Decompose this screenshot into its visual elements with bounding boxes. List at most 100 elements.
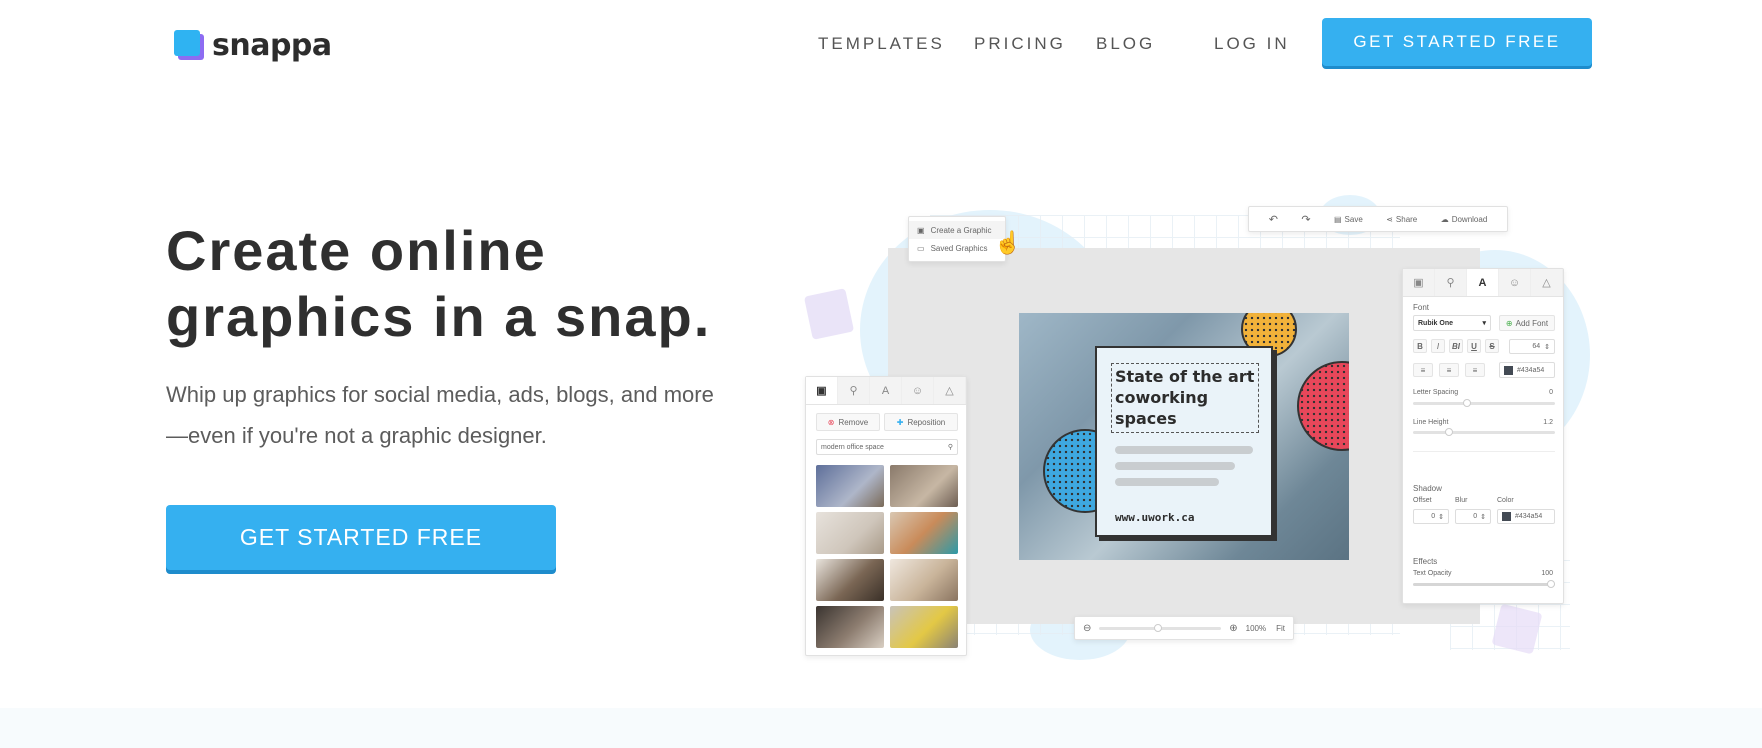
- effects-label: Effects: [1413, 557, 1438, 566]
- save-button[interactable]: ▤ Save: [1334, 215, 1363, 224]
- line-height-slider-knob[interactable]: [1445, 428, 1453, 436]
- placeholder-line: [1115, 478, 1219, 486]
- add-icon: ⊕: [1505, 318, 1513, 328]
- next-section-strip: [0, 708, 1762, 748]
- align-center-icon[interactable]: ≡: [1439, 363, 1459, 377]
- color-label: Color: [1497, 497, 1514, 504]
- bold-button[interactable]: B: [1413, 339, 1427, 353]
- font-select[interactable]: Rubik One ▾: [1413, 315, 1491, 331]
- download-label: Download: [1451, 214, 1488, 224]
- search-icon: ⚲: [947, 444, 953, 451]
- share-icon: ⋖: [1386, 214, 1393, 224]
- letter-spacing-value: 0: [1549, 389, 1553, 396]
- tab-tools[interactable]: ⚲: [1435, 269, 1467, 296]
- offset-label: Offset: [1413, 497, 1432, 504]
- placeholder-line: [1115, 446, 1253, 454]
- italic-button[interactable]: I: [1431, 339, 1445, 353]
- nav-blog[interactable]: BLOG: [1096, 34, 1155, 54]
- text-opacity-slider-knob[interactable]: [1547, 580, 1555, 588]
- image-thumbnail[interactable]: [890, 559, 958, 601]
- download-button[interactable]: ☁ Download: [1441, 215, 1488, 224]
- align-right-icon[interactable]: ≡: [1465, 363, 1485, 377]
- text-opacity-value: 100: [1541, 570, 1553, 577]
- remove-button[interactable]: ⊗ Remove: [816, 413, 880, 431]
- image-icon: ▣: [917, 225, 925, 235]
- image-thumbnail[interactable]: [816, 559, 884, 601]
- line-height-slider[interactable]: [1413, 431, 1555, 434]
- line-height-value: 1.2: [1543, 419, 1553, 426]
- images-panel-tabs: ▣ ⚲ A ☺ △: [806, 377, 966, 405]
- nav-pricing[interactable]: PRICING: [974, 34, 1066, 54]
- image-thumbnail[interactable]: [816, 606, 884, 648]
- folder-icon: ▭: [917, 243, 925, 253]
- chevron-down-icon: ▾: [1482, 320, 1486, 327]
- strikethrough-button[interactable]: S: [1485, 339, 1499, 353]
- tab-images[interactable]: ▣: [806, 377, 838, 404]
- tab-shapes[interactable]: △: [1531, 269, 1563, 296]
- image-thumbnail[interactable]: [890, 606, 958, 648]
- image-thumbnail[interactable]: [816, 512, 884, 554]
- share-button[interactable]: ⋖ Share: [1386, 215, 1417, 224]
- letter-spacing-slider[interactable]: [1413, 402, 1555, 405]
- shadow-offset-stepper[interactable]: 0 ⇕: [1413, 509, 1449, 524]
- plus-icon: ✚: [896, 417, 904, 427]
- text-style-buttons: B I BI U S: [1413, 339, 1499, 353]
- text-opacity-slider[interactable]: [1413, 583, 1555, 586]
- tab-tools[interactable]: ⚲: [838, 377, 870, 404]
- stepper-arrows-icon: ⇕: [1544, 343, 1550, 351]
- tab-text[interactable]: A: [1467, 269, 1499, 296]
- redo-icon[interactable]: ↷: [1301, 213, 1310, 226]
- design-title[interactable]: State of the art coworking spaces: [1115, 366, 1265, 429]
- zoom-fit-button[interactable]: Fit: [1276, 624, 1285, 633]
- reposition-button[interactable]: ✚ Reposition: [884, 413, 958, 431]
- design-preview[interactable]: State of the art coworking spaces www.uw…: [1019, 313, 1349, 560]
- graphics-popup-menu: ▣ Create a Graphic ▭ Saved Graphics: [908, 216, 1006, 262]
- font-label: Font: [1413, 303, 1430, 312]
- text-color-picker[interactable]: #434a54: [1499, 362, 1555, 378]
- image-thumbnail[interactable]: [890, 512, 958, 554]
- add-font-button[interactable]: ⊕ Add Font: [1499, 315, 1555, 331]
- alignment-buttons: ≡ ≡ ≡: [1413, 363, 1485, 377]
- hand-cursor-icon: ☝: [994, 230, 1022, 255]
- nav-templates[interactable]: TEMPLATES: [818, 34, 945, 54]
- add-font-label: Add Font: [1515, 318, 1549, 328]
- underline-button[interactable]: U: [1467, 339, 1481, 353]
- undo-icon[interactable]: ↶: [1269, 213, 1278, 226]
- image-thumbnail[interactable]: [890, 465, 958, 507]
- letter-spacing-slider-knob[interactable]: [1463, 399, 1471, 407]
- image-search-value: modern office space: [821, 443, 884, 451]
- align-left-icon[interactable]: ≡: [1413, 363, 1433, 377]
- hero-subtitle-line-2: —even if you're not a graphic designer.: [166, 423, 547, 448]
- image-search-input[interactable]: modern office space ⚲: [816, 439, 958, 455]
- image-thumbnail[interactable]: [816, 465, 884, 507]
- bold-italic-button[interactable]: BI: [1449, 339, 1463, 353]
- divider: [1413, 451, 1555, 452]
- color-swatch: [1502, 512, 1511, 521]
- zoom-in-icon[interactable]: ⊕: [1229, 623, 1237, 634]
- tab-text[interactable]: A: [870, 377, 902, 404]
- hero-get-started-button[interactable]: GET STARTED FREE: [166, 505, 556, 570]
- sticker-decoration: [803, 288, 855, 340]
- zoom-out-icon[interactable]: ⊖: [1083, 623, 1091, 634]
- text-properties-panel: ▣ ⚲ A ☺ △ Font Rubik One ▾ ⊕ Add Font B …: [1402, 268, 1564, 604]
- header-get-started-button[interactable]: GET STARTED FREE: [1322, 18, 1592, 66]
- tab-graphics[interactable]: ☺: [1499, 269, 1531, 296]
- create-graphic-item[interactable]: ▣ Create a Graphic: [909, 221, 1005, 239]
- shadow-blur-stepper[interactable]: 0 ⇕: [1455, 509, 1491, 524]
- tab-shapes[interactable]: △: [934, 377, 966, 404]
- font-size-stepper[interactable]: 64 ⇕: [1509, 339, 1555, 354]
- text-panel-tabs: ▣ ⚲ A ☺ △: [1403, 269, 1563, 297]
- cloud-download-icon: ☁: [1440, 214, 1449, 224]
- shadow-color-picker[interactable]: #434a54: [1497, 509, 1555, 524]
- hero-title-line-1: Create online: [166, 219, 547, 282]
- logo[interactable]: snappa: [174, 28, 332, 63]
- tab-images[interactable]: ▣: [1403, 269, 1435, 296]
- share-label: Share: [1395, 214, 1418, 224]
- saved-graphics-item[interactable]: ▭ Saved Graphics: [909, 239, 1005, 257]
- placeholder-line: [1115, 462, 1235, 470]
- remove-label: Remove: [838, 417, 869, 427]
- nav-login[interactable]: LOG IN: [1214, 34, 1290, 54]
- zoom-slider-knob[interactable]: [1154, 623, 1163, 632]
- zoom-slider[interactable]: [1099, 623, 1222, 632]
- tab-graphics[interactable]: ☺: [902, 377, 934, 404]
